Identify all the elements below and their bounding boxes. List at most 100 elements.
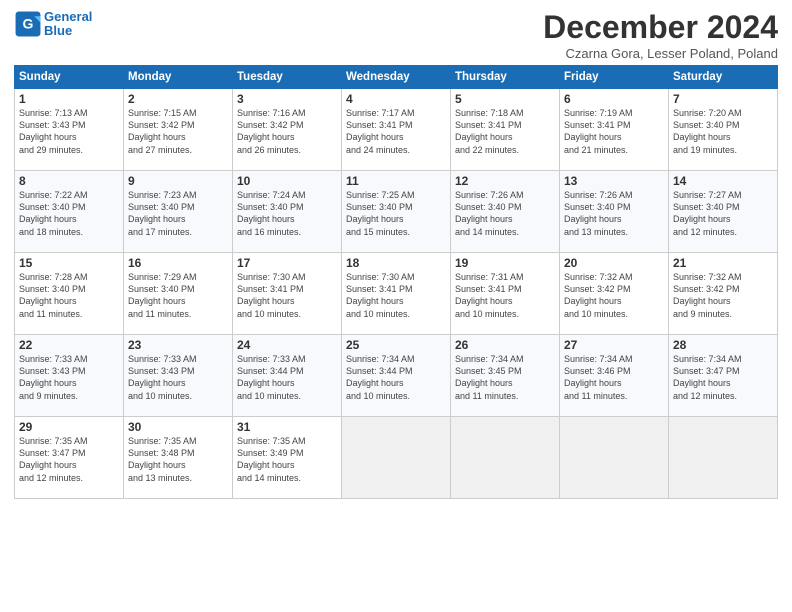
day-number: 4 xyxy=(346,92,446,106)
calendar-cell: 9 Sunrise: 7:23 AM Sunset: 3:40 PM Dayli… xyxy=(124,171,233,253)
day-detail: Sunrise: 7:34 AM Sunset: 3:47 PM Dayligh… xyxy=(673,353,773,402)
location-title: Czarna Gora, Lesser Poland, Poland xyxy=(543,46,778,61)
calendar-header-cell: Wednesday xyxy=(342,66,451,89)
calendar-week-row: 22 Sunrise: 7:33 AM Sunset: 3:43 PM Dayl… xyxy=(15,335,778,417)
day-detail: Sunrise: 7:33 AM Sunset: 3:43 PM Dayligh… xyxy=(19,353,119,402)
calendar-cell: 22 Sunrise: 7:33 AM Sunset: 3:43 PM Dayl… xyxy=(15,335,124,417)
day-detail: Sunrise: 7:35 AM Sunset: 3:48 PM Dayligh… xyxy=(128,435,228,484)
logo-text: General Blue xyxy=(44,10,92,39)
day-number: 1 xyxy=(19,92,119,106)
calendar-cell: 24 Sunrise: 7:33 AM Sunset: 3:44 PM Dayl… xyxy=(233,335,342,417)
day-detail: Sunrise: 7:33 AM Sunset: 3:44 PM Dayligh… xyxy=(237,353,337,402)
calendar-cell xyxy=(342,417,451,499)
day-detail: Sunrise: 7:25 AM Sunset: 3:40 PM Dayligh… xyxy=(346,189,446,238)
calendar-cell: 31 Sunrise: 7:35 AM Sunset: 3:49 PM Dayl… xyxy=(233,417,342,499)
day-detail: Sunrise: 7:26 AM Sunset: 3:40 PM Dayligh… xyxy=(564,189,664,238)
day-detail: Sunrise: 7:30 AM Sunset: 3:41 PM Dayligh… xyxy=(346,271,446,320)
calendar-cell: 12 Sunrise: 7:26 AM Sunset: 3:40 PM Dayl… xyxy=(451,171,560,253)
logo-line2: Blue xyxy=(44,23,72,38)
day-detail: Sunrise: 7:26 AM Sunset: 3:40 PM Dayligh… xyxy=(455,189,555,238)
day-number: 24 xyxy=(237,338,337,352)
day-detail: Sunrise: 7:17 AM Sunset: 3:41 PM Dayligh… xyxy=(346,107,446,156)
day-detail: Sunrise: 7:34 AM Sunset: 3:46 PM Dayligh… xyxy=(564,353,664,402)
day-detail: Sunrise: 7:35 AM Sunset: 3:49 PM Dayligh… xyxy=(237,435,337,484)
calendar-cell: 21 Sunrise: 7:32 AM Sunset: 3:42 PM Dayl… xyxy=(669,253,778,335)
day-number: 9 xyxy=(128,174,228,188)
calendar-cell: 8 Sunrise: 7:22 AM Sunset: 3:40 PM Dayli… xyxy=(15,171,124,253)
calendar-cell: 16 Sunrise: 7:29 AM Sunset: 3:40 PM Dayl… xyxy=(124,253,233,335)
page-container: G General Blue December 2024 Czarna Gora… xyxy=(0,0,792,505)
calendar-cell: 19 Sunrise: 7:31 AM Sunset: 3:41 PM Dayl… xyxy=(451,253,560,335)
day-detail: Sunrise: 7:18 AM Sunset: 3:41 PM Dayligh… xyxy=(455,107,555,156)
calendar-cell xyxy=(669,417,778,499)
day-detail: Sunrise: 7:32 AM Sunset: 3:42 PM Dayligh… xyxy=(673,271,773,320)
day-detail: Sunrise: 7:33 AM Sunset: 3:43 PM Dayligh… xyxy=(128,353,228,402)
day-detail: Sunrise: 7:28 AM Sunset: 3:40 PM Dayligh… xyxy=(19,271,119,320)
day-detail: Sunrise: 7:19 AM Sunset: 3:41 PM Dayligh… xyxy=(564,107,664,156)
day-number: 19 xyxy=(455,256,555,270)
calendar-cell: 23 Sunrise: 7:33 AM Sunset: 3:43 PM Dayl… xyxy=(124,335,233,417)
day-number: 22 xyxy=(19,338,119,352)
logo-line1: General xyxy=(44,9,92,24)
calendar-cell: 11 Sunrise: 7:25 AM Sunset: 3:40 PM Dayl… xyxy=(342,171,451,253)
calendar-cell: 17 Sunrise: 7:30 AM Sunset: 3:41 PM Dayl… xyxy=(233,253,342,335)
calendar-cell: 1 Sunrise: 7:13 AM Sunset: 3:43 PM Dayli… xyxy=(15,89,124,171)
day-detail: Sunrise: 7:32 AM Sunset: 3:42 PM Dayligh… xyxy=(564,271,664,320)
calendar-week-row: 8 Sunrise: 7:22 AM Sunset: 3:40 PM Dayli… xyxy=(15,171,778,253)
calendar-cell: 27 Sunrise: 7:34 AM Sunset: 3:46 PM Dayl… xyxy=(560,335,669,417)
day-number: 21 xyxy=(673,256,773,270)
calendar-header-cell: Tuesday xyxy=(233,66,342,89)
day-detail: Sunrise: 7:20 AM Sunset: 3:40 PM Dayligh… xyxy=(673,107,773,156)
calendar-cell: 18 Sunrise: 7:30 AM Sunset: 3:41 PM Dayl… xyxy=(342,253,451,335)
day-number: 30 xyxy=(128,420,228,434)
calendar-cell: 15 Sunrise: 7:28 AM Sunset: 3:40 PM Dayl… xyxy=(15,253,124,335)
day-number: 3 xyxy=(237,92,337,106)
day-number: 14 xyxy=(673,174,773,188)
calendar-cell: 5 Sunrise: 7:18 AM Sunset: 3:41 PM Dayli… xyxy=(451,89,560,171)
day-number: 23 xyxy=(128,338,228,352)
month-title: December 2024 xyxy=(543,10,778,45)
calendar-header-cell: Thursday xyxy=(451,66,560,89)
calendar-header-row: SundayMondayTuesdayWednesdayThursdayFrid… xyxy=(15,66,778,89)
day-number: 29 xyxy=(19,420,119,434)
day-detail: Sunrise: 7:23 AM Sunset: 3:40 PM Dayligh… xyxy=(128,189,228,238)
calendar-week-row: 15 Sunrise: 7:28 AM Sunset: 3:40 PM Dayl… xyxy=(15,253,778,335)
calendar-cell: 28 Sunrise: 7:34 AM Sunset: 3:47 PM Dayl… xyxy=(669,335,778,417)
day-detail: Sunrise: 7:27 AM Sunset: 3:40 PM Dayligh… xyxy=(673,189,773,238)
title-block: December 2024 Czarna Gora, Lesser Poland… xyxy=(543,10,778,61)
day-number: 6 xyxy=(564,92,664,106)
logo: G General Blue xyxy=(14,10,92,39)
day-number: 27 xyxy=(564,338,664,352)
day-number: 11 xyxy=(346,174,446,188)
logo-icon: G xyxy=(14,10,42,38)
day-detail: Sunrise: 7:34 AM Sunset: 3:45 PM Dayligh… xyxy=(455,353,555,402)
calendar-cell: 10 Sunrise: 7:24 AM Sunset: 3:40 PM Dayl… xyxy=(233,171,342,253)
calendar-body: 1 Sunrise: 7:13 AM Sunset: 3:43 PM Dayli… xyxy=(15,89,778,499)
header: G General Blue December 2024 Czarna Gora… xyxy=(14,10,778,61)
calendar-cell: 3 Sunrise: 7:16 AM Sunset: 3:42 PM Dayli… xyxy=(233,89,342,171)
calendar-cell xyxy=(560,417,669,499)
calendar-cell: 4 Sunrise: 7:17 AM Sunset: 3:41 PM Dayli… xyxy=(342,89,451,171)
day-number: 5 xyxy=(455,92,555,106)
day-detail: Sunrise: 7:15 AM Sunset: 3:42 PM Dayligh… xyxy=(128,107,228,156)
calendar-cell: 2 Sunrise: 7:15 AM Sunset: 3:42 PM Dayli… xyxy=(124,89,233,171)
day-detail: Sunrise: 7:13 AM Sunset: 3:43 PM Dayligh… xyxy=(19,107,119,156)
svg-text:G: G xyxy=(23,16,34,32)
day-number: 28 xyxy=(673,338,773,352)
day-detail: Sunrise: 7:24 AM Sunset: 3:40 PM Dayligh… xyxy=(237,189,337,238)
calendar-cell xyxy=(451,417,560,499)
day-number: 16 xyxy=(128,256,228,270)
day-number: 26 xyxy=(455,338,555,352)
day-number: 25 xyxy=(346,338,446,352)
calendar-cell: 20 Sunrise: 7:32 AM Sunset: 3:42 PM Dayl… xyxy=(560,253,669,335)
calendar-week-row: 29 Sunrise: 7:35 AM Sunset: 3:47 PM Dayl… xyxy=(15,417,778,499)
calendar-cell: 7 Sunrise: 7:20 AM Sunset: 3:40 PM Dayli… xyxy=(669,89,778,171)
day-number: 7 xyxy=(673,92,773,106)
calendar-header-cell: Sunday xyxy=(15,66,124,89)
calendar-header-cell: Monday xyxy=(124,66,233,89)
day-number: 2 xyxy=(128,92,228,106)
calendar-cell: 30 Sunrise: 7:35 AM Sunset: 3:48 PM Dayl… xyxy=(124,417,233,499)
day-detail: Sunrise: 7:35 AM Sunset: 3:47 PM Dayligh… xyxy=(19,435,119,484)
calendar-cell: 29 Sunrise: 7:35 AM Sunset: 3:47 PM Dayl… xyxy=(15,417,124,499)
calendar-table: SundayMondayTuesdayWednesdayThursdayFrid… xyxy=(14,65,778,499)
